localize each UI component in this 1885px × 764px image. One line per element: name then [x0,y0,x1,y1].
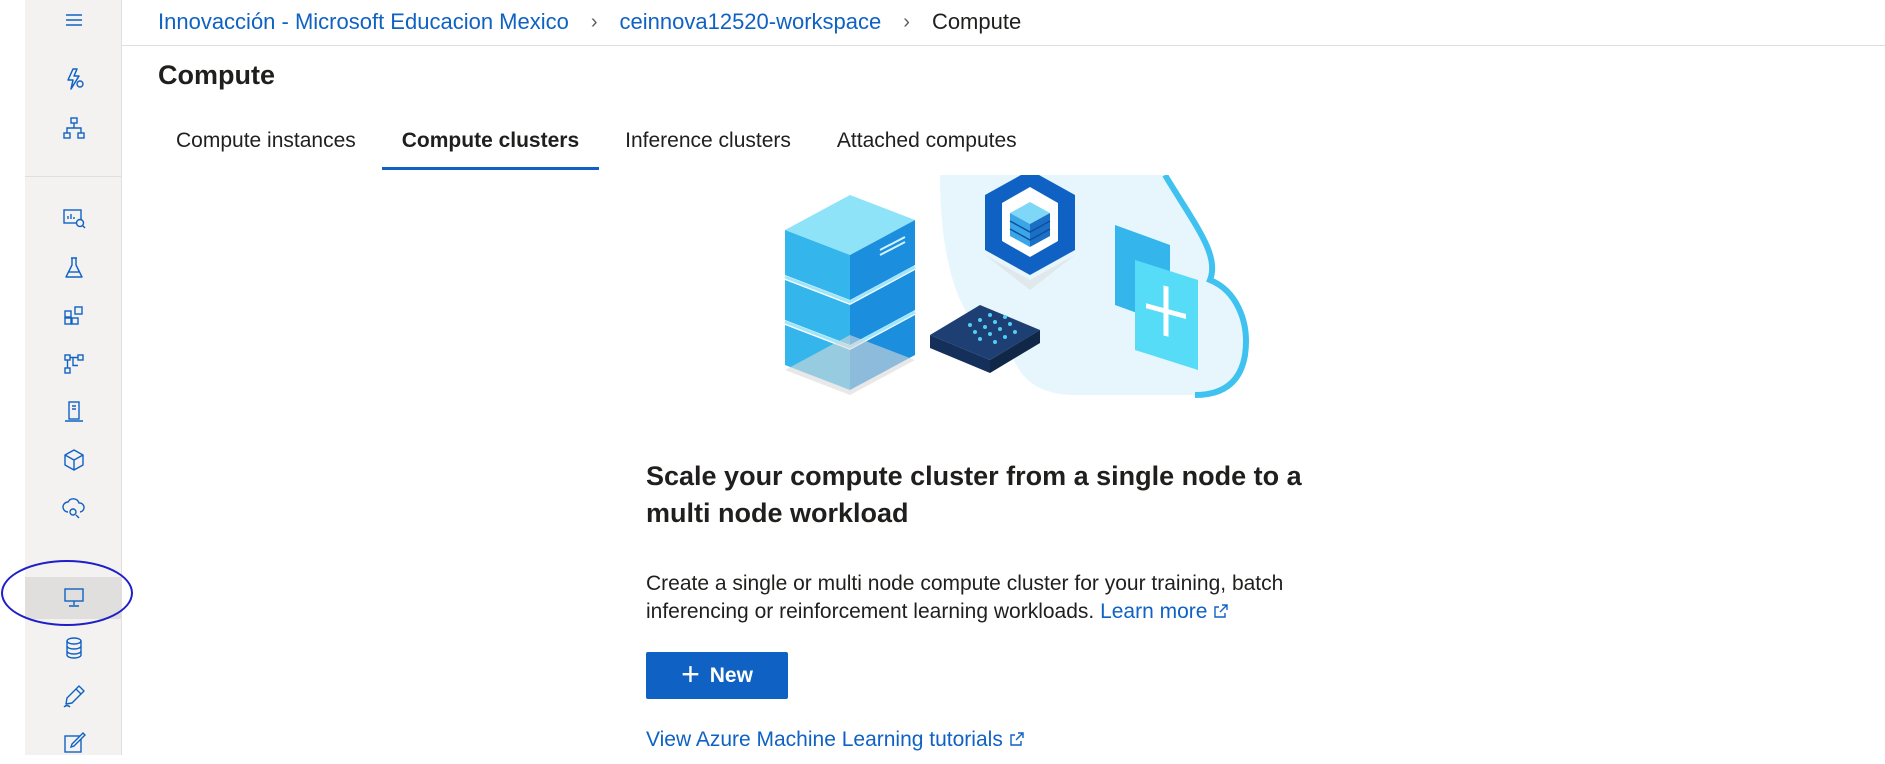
hamburger-menu-icon[interactable] [25,0,122,42]
page-title: Compute [158,60,275,90]
sidebar-divider [25,176,122,177]
compute-monitor-icon[interactable] [25,577,122,619]
notebooks-icon[interactable] [25,197,122,239]
left-nav-sidebar [25,0,122,755]
tab-compute-clusters[interactable]: Compute clusters [381,124,600,170]
cloud-deploy-icon[interactable] [25,486,122,528]
header-divider [122,45,1885,46]
tab-compute-instances[interactable]: Compute instances [158,124,376,170]
tab-bar: Compute instances Compute clusters Infer… [158,124,1043,170]
learn-more-label: Learn more [1100,600,1208,623]
breadcrumb-link-tenant[interactable]: Innovacción - Microsoft Educacion Mexico [158,9,569,35]
models-cube-icon[interactable] [25,439,122,481]
left-margin [0,0,25,755]
datastores-icon[interactable] [25,627,122,669]
learn-more-link[interactable]: Learn more [1100,600,1229,623]
view-tutorials-link[interactable]: View Azure Machine Learning tutorials [646,728,1025,752]
endpoints-icon[interactable] [25,391,122,433]
plus-icon: + [681,656,700,692]
empty-state-description: Create a single or multi node compute cl… [646,570,1366,626]
empty-state-title: Scale your compute cluster from a single… [646,461,1302,528]
breadcrumb-current: Compute [931,9,1022,34]
new-button-label: New [709,663,753,687]
automl-lightning-icon[interactable] [25,58,122,100]
chevron-right-icon: › [903,10,910,33]
breadcrumb-link-workspace[interactable]: ceinnova12520-workspace [620,9,882,35]
models-blocks-icon[interactable] [25,295,122,337]
external-link-icon [1214,604,1229,618]
pipelines-icon[interactable] [25,343,122,385]
external-link-icon [1010,732,1024,746]
tab-attached-computes[interactable]: Attached computes [817,124,1037,170]
experiments-flask-icon[interactable] [25,247,122,289]
designer-hierarchy-icon[interactable] [25,107,122,149]
breadcrumb: Innovacción - Microsoft Educacion Mexico… [158,0,1021,44]
data-labeling-pen-icon[interactable] [25,675,122,717]
compute-cluster-illustration [784,175,1249,398]
edit-icon[interactable] [25,722,122,764]
new-compute-cluster-button[interactable]: + New [646,652,788,699]
tab-inference-clusters[interactable]: Inference clusters [605,124,811,170]
view-tutorials-label: View Azure Machine Learning tutorials [646,728,1003,751]
chevron-right-icon: › [590,10,598,33]
